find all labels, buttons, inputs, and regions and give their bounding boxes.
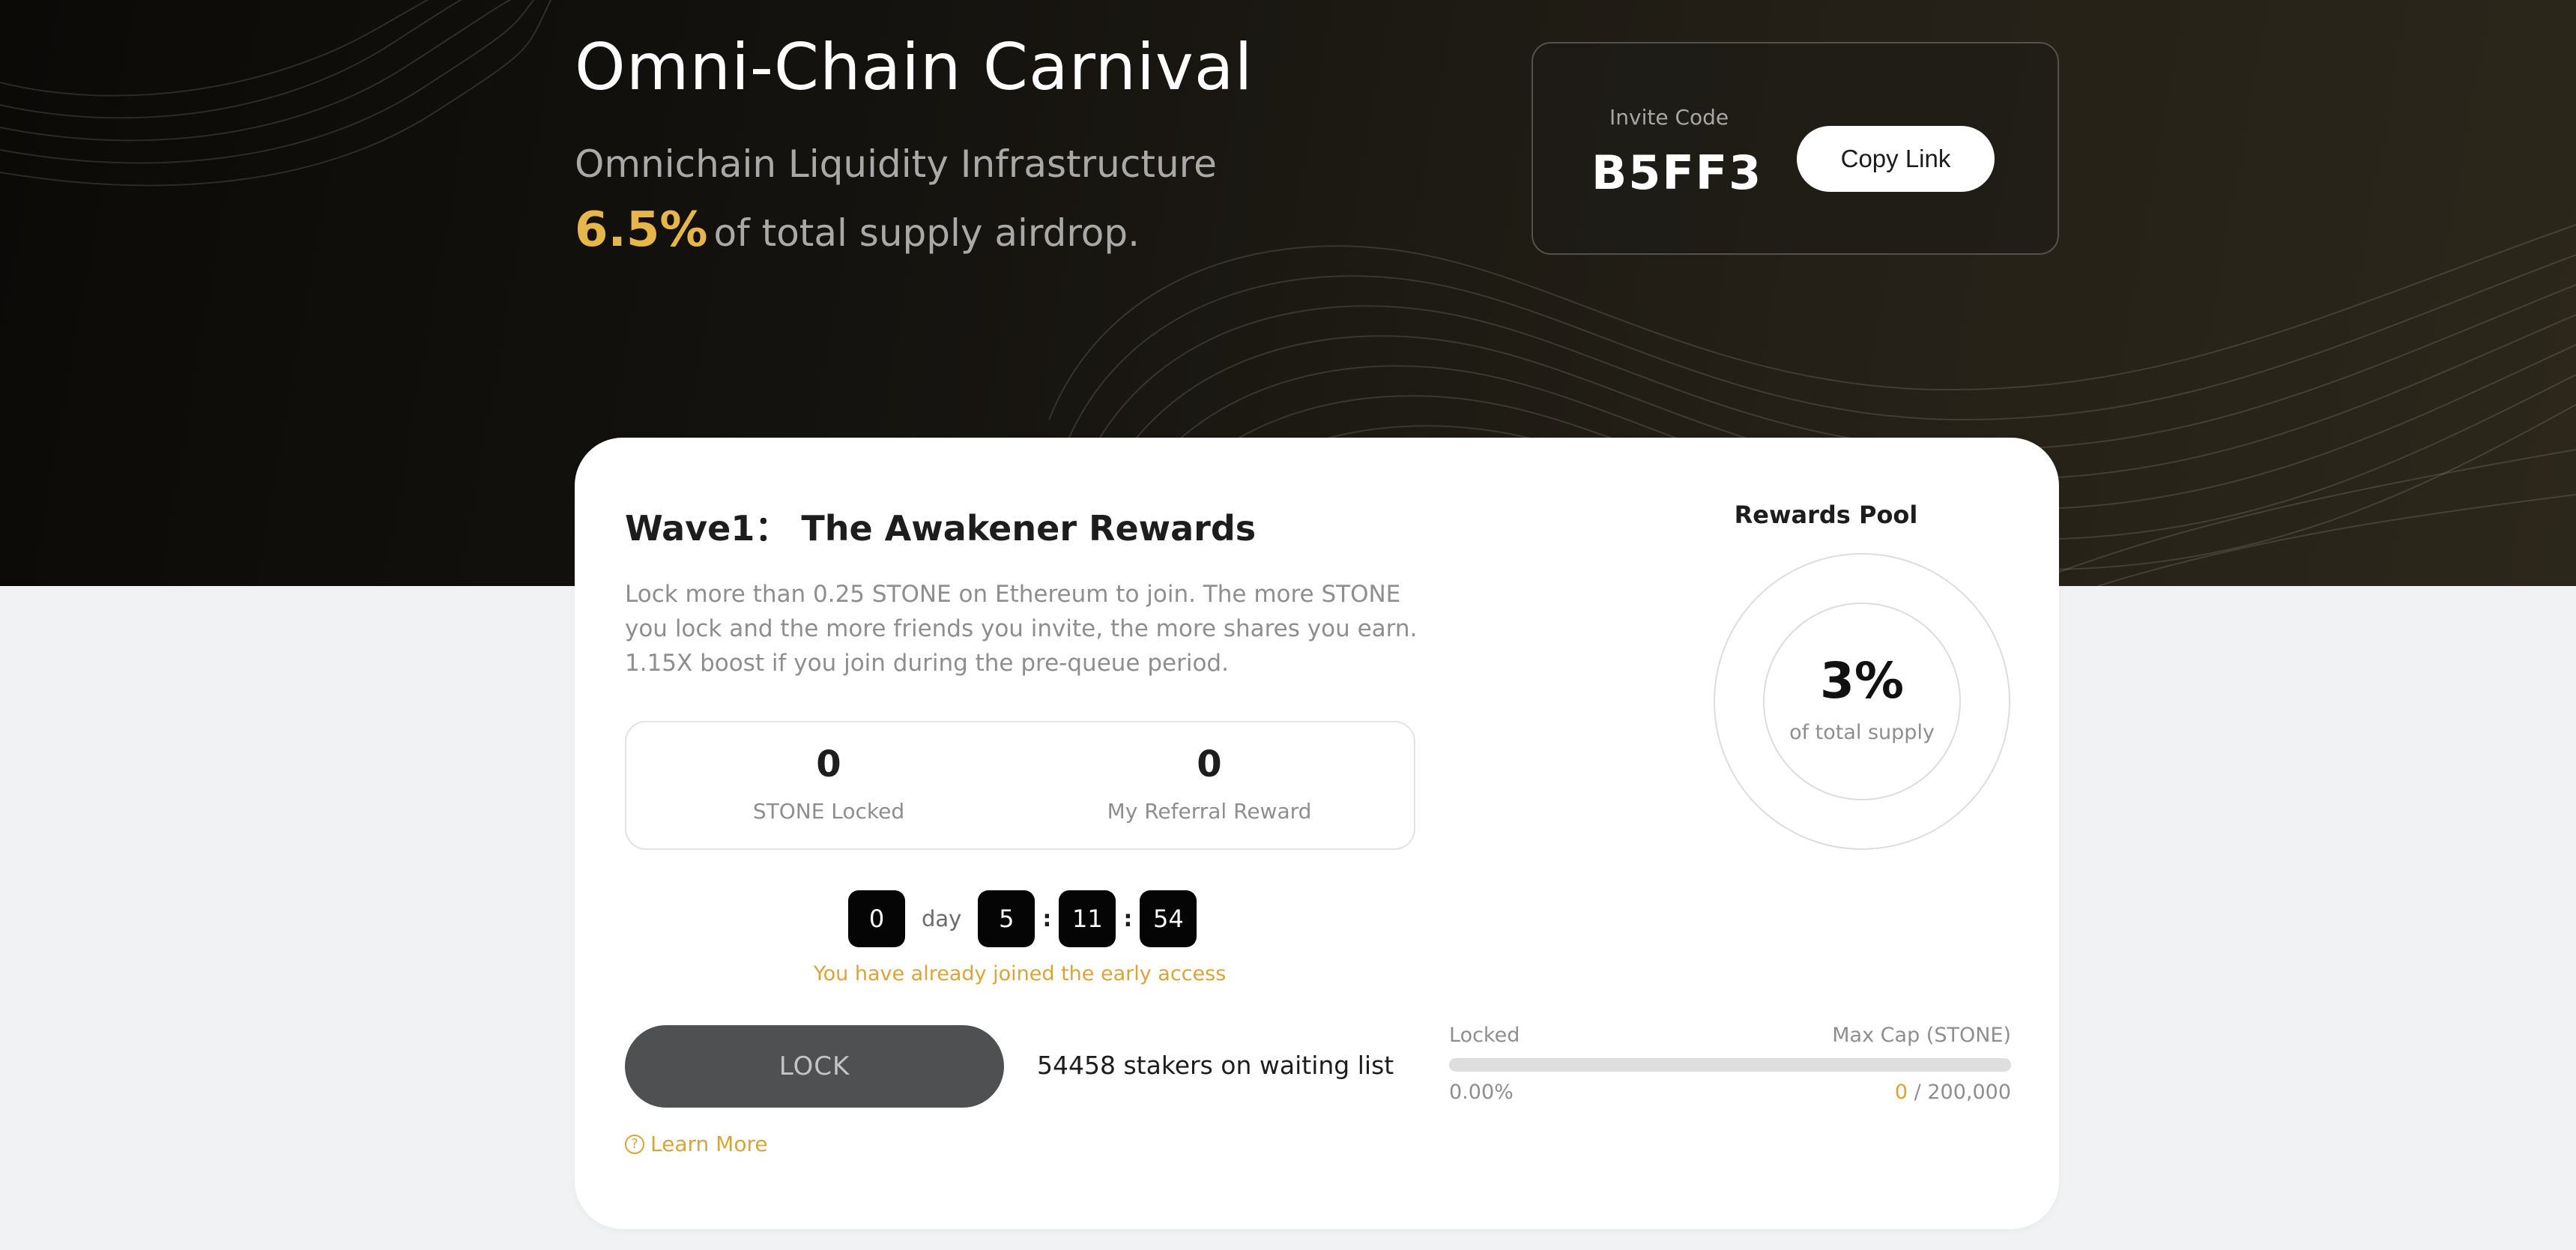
rewards-pool-subtitle: of total supply [1789, 721, 1935, 744]
countdown-minutes: 11 [1059, 890, 1116, 947]
lock-button[interactable]: LOCK [625, 1025, 1004, 1108]
waiting-list-count: 54458 stakers on waiting list [1037, 1051, 1394, 1080]
stone-locked-label: STONE Locked [752, 799, 905, 824]
question-circle-icon: ? [625, 1134, 644, 1154]
cap-separator: / [1908, 1081, 1928, 1104]
countdown-timer: 0 day 5 : 11 : 54 [848, 890, 1197, 947]
countdown-seconds: 54 [1140, 890, 1197, 947]
wave-description: Lock more than 0.25 STONE on Ethereum to… [625, 581, 1418, 677]
early-access-note: You have already joined the early access [813, 962, 1227, 985]
countdown-hours: 5 [978, 890, 1035, 947]
referral-reward-label: My Referral Reward [1107, 799, 1312, 824]
locked-percent: 0.00% [1449, 1081, 1514, 1104]
locked-progress-bar [1449, 1058, 2011, 1072]
invite-code-label: Invite Code [1609, 105, 1729, 130]
countdown-separator: : [1123, 905, 1133, 932]
referral-reward-value: 0 [1197, 743, 1222, 785]
stone-locked-stat: 0 STONE Locked [694, 743, 964, 824]
copy-link-button[interactable]: Copy Link [1797, 126, 1995, 192]
rewards-pool-percent: 3% [1819, 652, 1905, 710]
stone-locked-value: 0 [816, 743, 841, 785]
airdrop-percent: 6.5% [575, 202, 708, 258]
airdrop-text: of total supply airdrop. [713, 211, 1140, 255]
invite-card: Invite Code B5FF3 Copy Link [1532, 42, 2059, 255]
max-cap-label: Max Cap (STONE) [1832, 1024, 2011, 1047]
countdown-days: 0 [848, 890, 905, 947]
wave-rewards-card: Wave1： The Awakener Rewards Lock more th… [575, 438, 2059, 1229]
learn-more-link[interactable]: ? Learn More [625, 1132, 768, 1156]
user-stats-box: 0 STONE Locked 0 My Referral Reward [625, 721, 1415, 850]
learn-more-label: Learn More [650, 1132, 768, 1156]
max-cap-amount: 200,000 [1927, 1081, 2011, 1104]
countdown-separator: : [1042, 905, 1052, 932]
page-title: Omni-Chain Carnival [575, 30, 1254, 105]
cap-value: 0 / 200,000 [1895, 1081, 2011, 1104]
locked-label: Locked [1449, 1024, 1520, 1047]
countdown-day-label: day [922, 906, 962, 932]
hero-subtitle: Omnichain Liquidity Infrastructure [575, 142, 1217, 186]
invite-code: B5FF3 [1591, 145, 1763, 200]
locked-amount: 0 [1894, 1081, 1908, 1104]
rewards-pool-title: Rewards Pool [1734, 501, 1918, 529]
referral-reward-stat: 0 My Referral Reward [1074, 743, 1344, 824]
wave-title: Wave1： The Awakener Rewards [625, 508, 1257, 549]
airdrop-line: 6.5% of total supply airdrop. [575, 202, 1140, 258]
